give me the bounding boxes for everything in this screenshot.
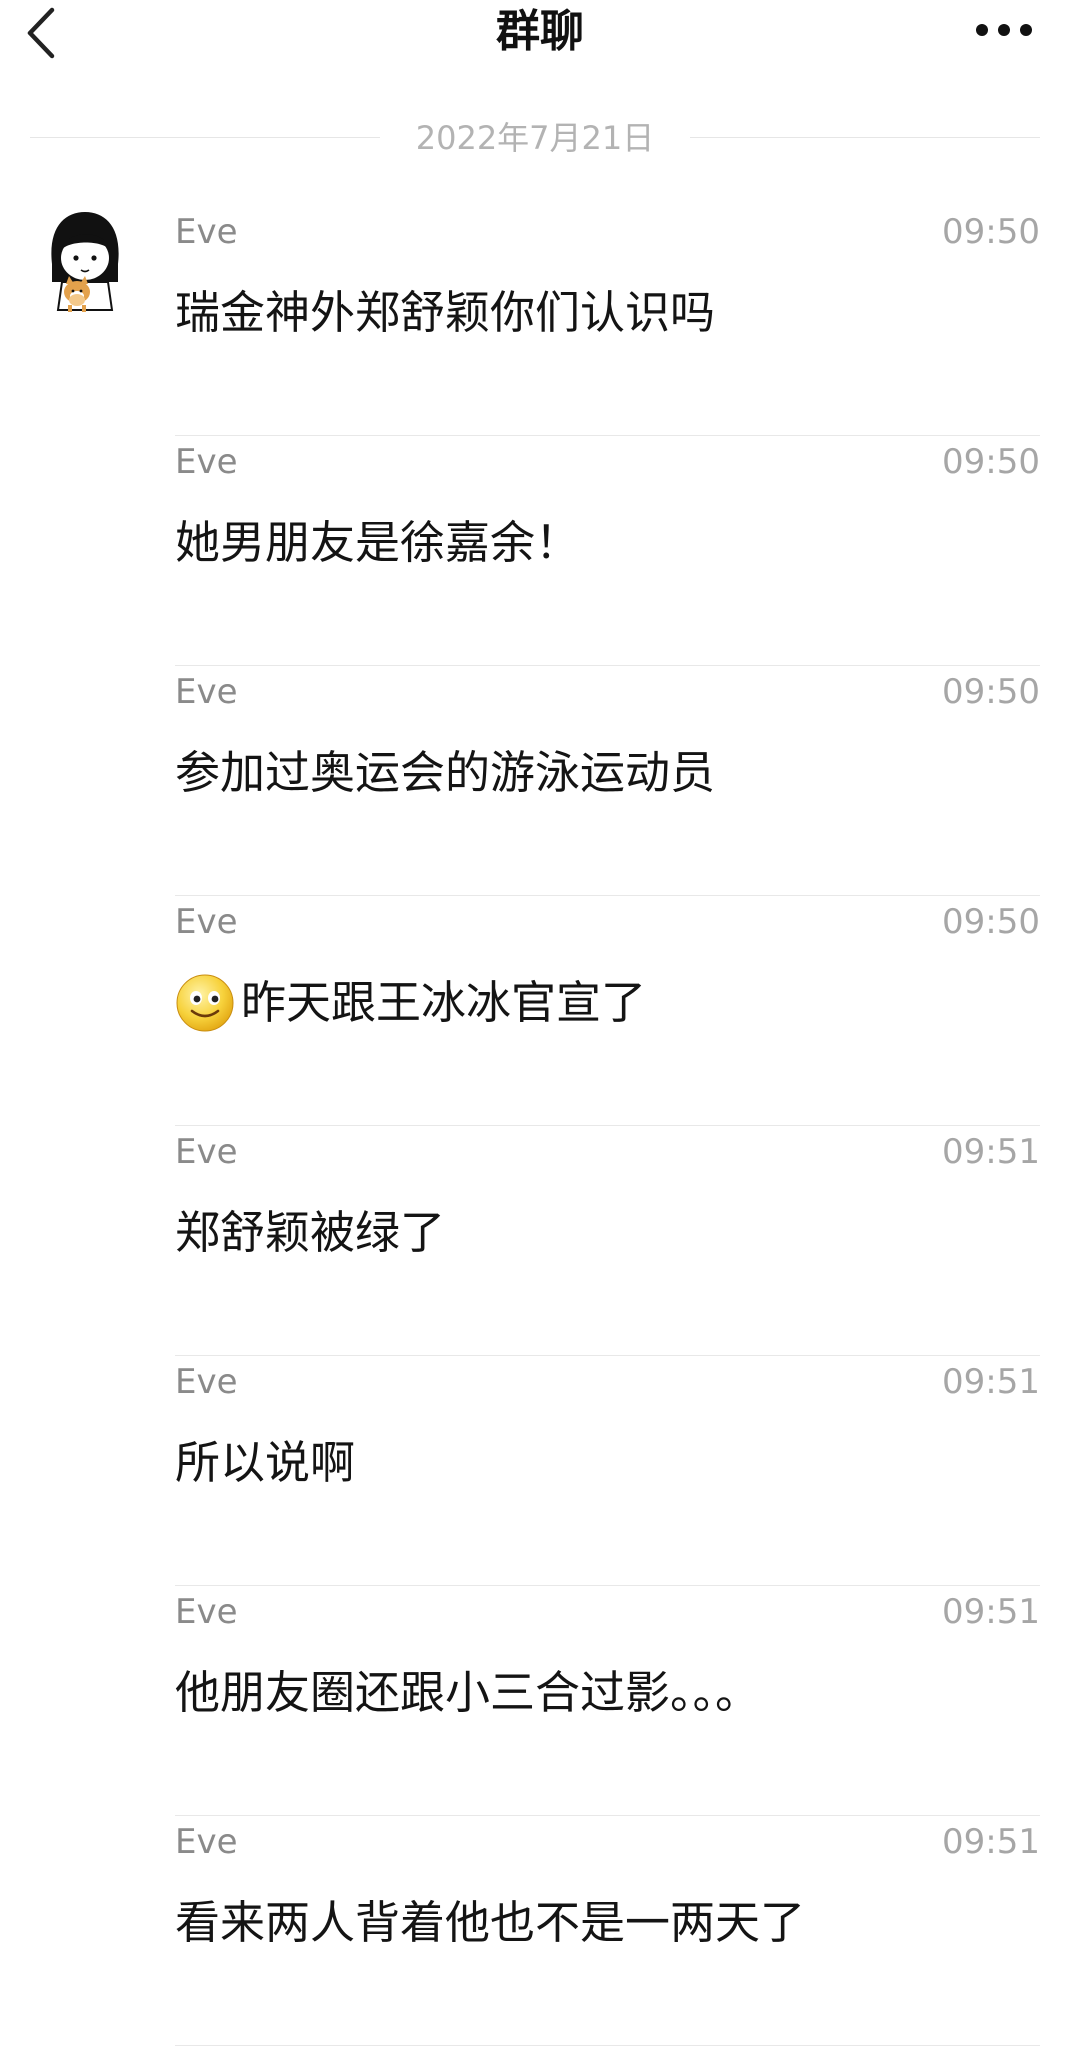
message-time: 09:51 (942, 1132, 1040, 1172)
page-title: 群聊 (496, 6, 584, 57)
message-time: 09:51 (942, 1362, 1040, 1402)
sender-name: Eve (175, 1592, 238, 1632)
message-text: 郑舒颖被绿了 (175, 1206, 446, 1259)
message-text: 瑞金神外郑舒颖你们认识吗 (175, 286, 716, 339)
more-button[interactable] (968, 12, 1040, 48)
date-label: 2022年7月21日 (393, 119, 677, 157)
message-item[interactable]: Eve 09:51 他朋友圈还跟小三合过影。。。 (175, 1586, 1040, 1816)
message-text: 所以说啊 (175, 1436, 356, 1489)
message-time: 09:51 (942, 1592, 1040, 1632)
message-item[interactable]: Eve 09:51 看来两人背着他也不是一两天了 (175, 1816, 1040, 2046)
message-item[interactable]: Eve 09:51 所以说啊 (175, 1356, 1040, 1586)
smile-emoji-icon (176, 974, 234, 1032)
more-horizontal-icon (976, 24, 1032, 36)
sender-name: Eve (175, 902, 238, 942)
message-text: 昨天跟王冰冰官宣了 (241, 976, 647, 1029)
message-item[interactable]: Eve 09:50 她男朋友是徐嘉余！ (175, 436, 1040, 666)
message-item[interactable]: Eve 09:51 郑舒颖被绿了 (175, 1126, 1040, 1356)
message-time: 09:50 (942, 212, 1040, 252)
avatar[interactable] (44, 206, 126, 316)
message-item[interactable]: Eve 09:50 昨天跟王冰冰官宣了 (175, 896, 1040, 1126)
message-item[interactable]: Eve 09:50 参加过奥运会的游泳运动员 (175, 666, 1040, 896)
sender-name: Eve (175, 442, 238, 482)
message-text: 她男朋友是徐嘉余！ (175, 516, 581, 569)
avatar-cartoon-girl-icon (51, 212, 119, 312)
message-time: 09:50 (942, 442, 1040, 482)
sender-name: Eve (175, 1822, 238, 1862)
message-text: 看来两人背着他也不是一两天了 (175, 1896, 806, 1949)
message-text: 参加过奥运会的游泳运动员 (175, 746, 716, 799)
sender-name: Eve (175, 212, 238, 252)
message-time: 09:50 (942, 902, 1040, 942)
sender-name: Eve (175, 1362, 238, 1402)
message-item[interactable]: Eve 09:50 瑞金神外郑舒颖你们认识吗 (175, 206, 1040, 436)
message-time: 09:50 (942, 672, 1040, 712)
message-time: 09:51 (942, 1822, 1040, 1862)
sender-name: Eve (175, 1132, 238, 1172)
sender-name: Eve (175, 672, 238, 712)
date-separator: 2022年7月21日 (30, 115, 1040, 161)
top-bar: 群聊 (0, 0, 1080, 70)
message-text: 他朋友圈还跟小三合过影。。。 (175, 1666, 761, 1719)
